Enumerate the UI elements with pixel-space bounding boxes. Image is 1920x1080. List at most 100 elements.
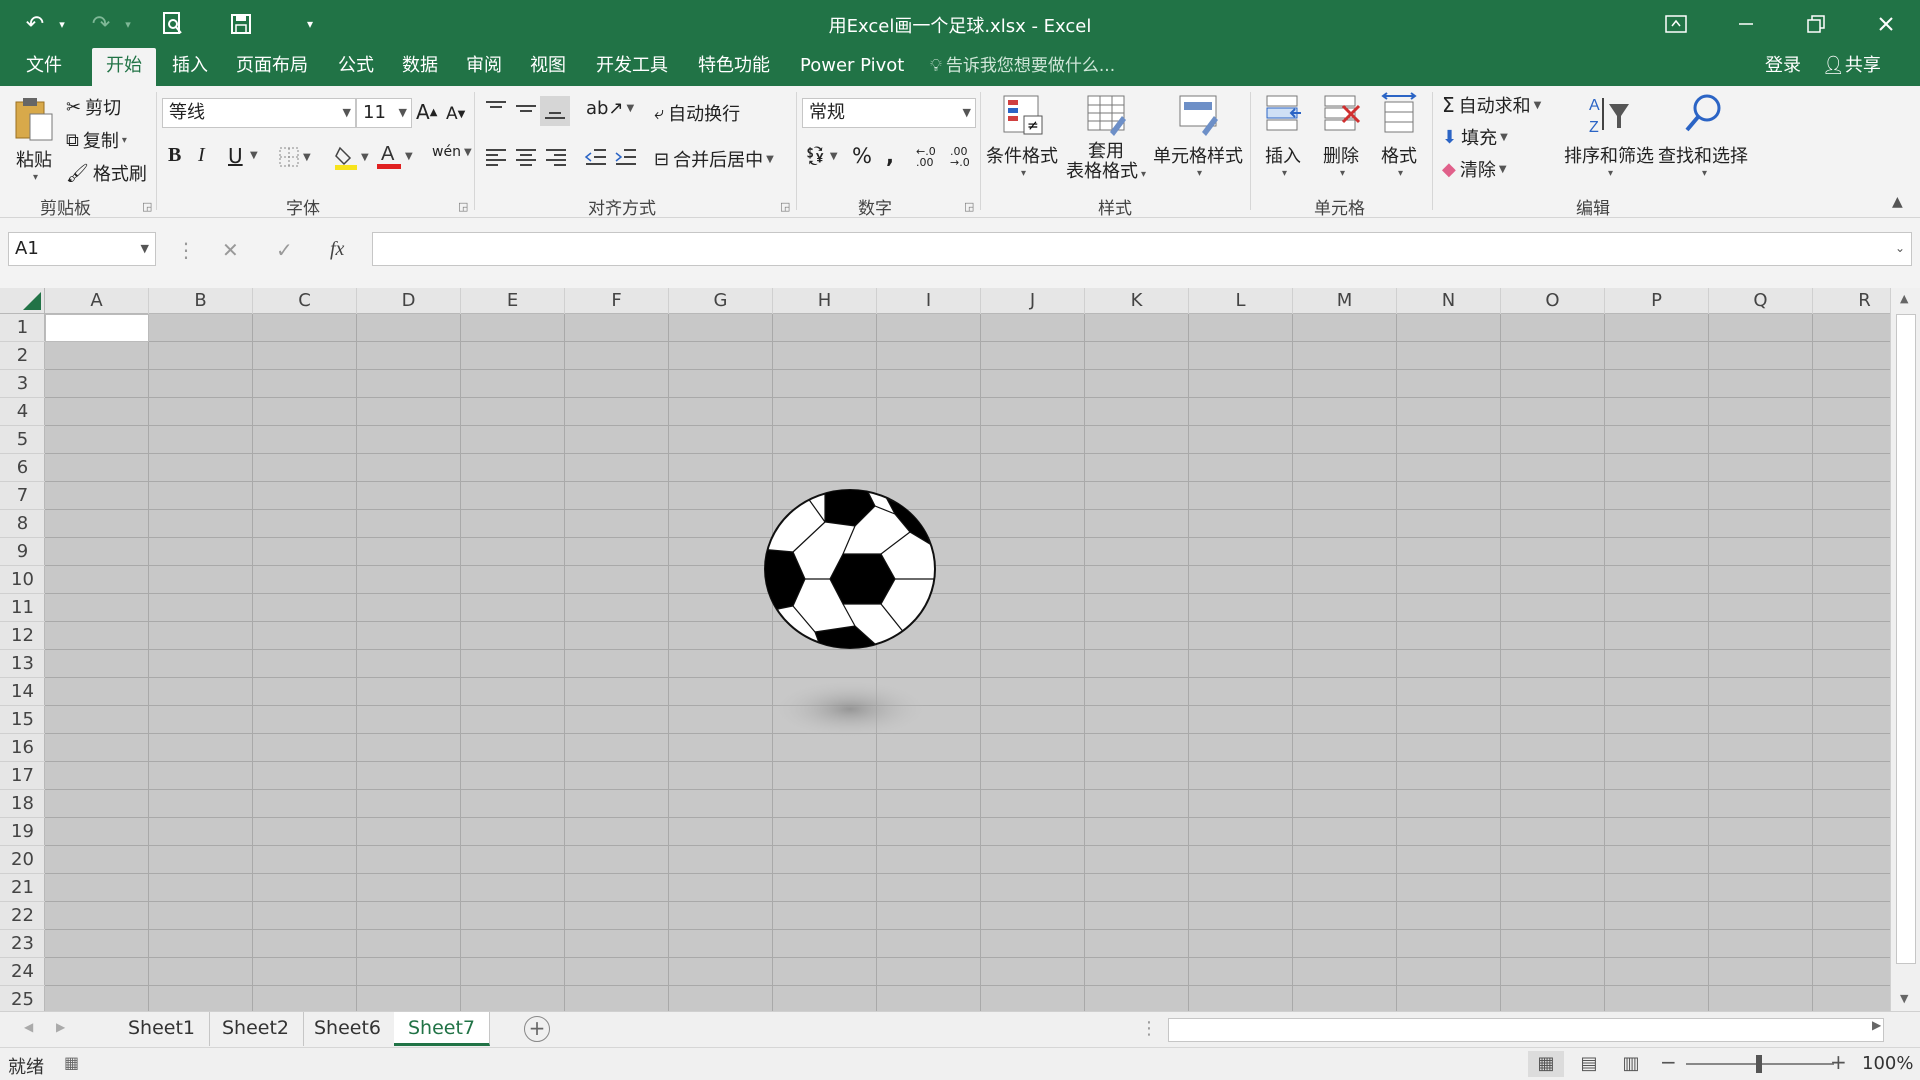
scroll-sheets-right-icon[interactable]: ▶ <box>56 1020 65 1034</box>
conditional-formatting-button[interactable]: ≠ 条件格式 ▾ <box>984 92 1060 179</box>
font-launcher-icon[interactable]: ◲ <box>458 200 468 213</box>
column-header[interactable]: D <box>357 288 461 314</box>
increase-decimal-button[interactable]: ←.0.00 <box>916 146 936 168</box>
cancel-entry-icon[interactable]: ✕ <box>222 238 239 262</box>
tab-insert[interactable]: 插入 <box>158 48 222 86</box>
format-as-table-button[interactable]: 套用 表格格式 ▾ <box>1060 92 1152 185</box>
autosum-button[interactable]: Σ 自动求和 ▼ <box>1442 92 1541 118</box>
zoom-slider-thumb[interactable] <box>1756 1055 1762 1073</box>
copy-dropdown-icon[interactable]: ▾ <box>122 135 127 146</box>
find-select-button[interactable]: 查找和选择 ▾ <box>1656 92 1750 179</box>
tab-review[interactable]: 审阅 <box>452 48 516 86</box>
column-header[interactable]: B <box>149 288 253 314</box>
font-size-combo[interactable]: 11 ▼ <box>356 98 412 128</box>
scroll-right-icon[interactable]: ▶ <box>1872 1018 1881 1032</box>
cut-button[interactable]: ✂ 剪切 <box>66 94 121 120</box>
row-header[interactable]: 16 <box>0 734 45 762</box>
row-header[interactable]: 17 <box>0 762 45 790</box>
align-left-button[interactable] <box>484 146 508 168</box>
tab-view[interactable]: 视图 <box>516 48 580 86</box>
row-header[interactable]: 2 <box>0 342 45 370</box>
new-sheet-button[interactable]: + <box>524 1016 550 1042</box>
zoom-slider[interactable] <box>1686 1055 1834 1073</box>
orientation-button[interactable]: ab↗ ▼ <box>586 98 634 119</box>
row-header[interactable]: 13 <box>0 650 45 678</box>
row-header[interactable]: 23 <box>0 930 45 958</box>
row-header[interactable]: 19 <box>0 818 45 846</box>
row-header[interactable]: 6 <box>0 454 45 482</box>
bold-button[interactable]: B <box>168 144 181 167</box>
cells-area[interactable] <box>45 314 1890 1011</box>
vertical-scroll-thumb[interactable] <box>1896 314 1916 964</box>
row-header[interactable]: 7 <box>0 482 45 510</box>
scroll-up-icon[interactable]: ▲ <box>1900 292 1908 305</box>
copy-button[interactable]: ⧉ 复制 ▾ <box>66 127 127 153</box>
column-header[interactable]: E <box>461 288 565 314</box>
tab-data[interactable]: 数据 <box>388 48 452 86</box>
share-button[interactable]: 👤︎共享 <box>1822 48 1881 84</box>
wrap-text-button[interactable]: ⤶ 自动换行 <box>654 100 740 126</box>
fill-color-button[interactable]: ▼ <box>334 144 369 170</box>
sheet-tab-sheet2[interactable]: Sheet2 <box>208 1012 305 1046</box>
tab-formulas[interactable]: 公式 <box>324 48 388 86</box>
row-header[interactable]: 24 <box>0 958 45 986</box>
row-header[interactable]: 11 <box>0 594 45 622</box>
comma-style-button[interactable]: , <box>886 144 894 168</box>
tab-split-handle[interactable]: ⋮ <box>1140 1018 1158 1039</box>
tab-page-layout[interactable]: 页面布局 <box>222 48 322 86</box>
format-painter-button[interactable]: 🖌︎ 格式刷 <box>66 160 147 186</box>
collapse-ribbon-icon[interactable]: ▲ <box>1892 194 1903 210</box>
column-header[interactable]: L <box>1189 288 1293 314</box>
phonetic-button[interactable]: wén ▼ <box>432 144 472 160</box>
tell-me-box[interactable]: 💡︎ 告诉我您想要做什么... <box>930 48 1115 86</box>
name-box[interactable]: A1 ▼ <box>8 232 156 266</box>
expand-formula-bar-icon[interactable]: ⌄ <box>1895 241 1905 255</box>
soccer-ball-drawing[interactable] <box>715 484 975 754</box>
page-break-view-icon[interactable]: ▥ <box>1616 1051 1646 1077</box>
zoom-in-icon[interactable]: + <box>1830 1050 1847 1074</box>
align-top-button[interactable] <box>484 98 508 120</box>
row-header[interactable]: 3 <box>0 370 45 398</box>
row-header[interactable]: 20 <box>0 846 45 874</box>
column-header[interactable]: I <box>877 288 981 314</box>
number-launcher-icon[interactable]: ◲ <box>964 200 974 213</box>
insert-cells-button[interactable]: 插入 ▾ <box>1258 92 1308 179</box>
percent-style-button[interactable]: % <box>852 144 872 168</box>
row-header[interactable]: 15 <box>0 706 45 734</box>
minimize-icon[interactable] <box>1712 0 1780 48</box>
column-header[interactable]: C <box>253 288 357 314</box>
cell-styles-button[interactable]: 单元格样式 ▾ <box>1150 92 1246 179</box>
font-color-button[interactable]: A ▼ <box>376 142 413 170</box>
scroll-sheets-left-icon[interactable]: ◀ <box>24 1020 33 1034</box>
increase-font-size-button[interactable]: A ▲ <box>416 100 437 124</box>
clear-button[interactable]: ◆ 清除 ▼ <box>1442 156 1507 182</box>
page-layout-view-icon[interactable]: ▤ <box>1574 1051 1604 1077</box>
paste-button[interactable]: 粘贴 ▾ <box>8 96 60 183</box>
row-header[interactable]: 12 <box>0 622 45 650</box>
normal-view-icon[interactable]: ▦ <box>1528 1051 1564 1077</box>
accounting-format-button[interactable]: 💱︎ ▼ <box>804 146 838 167</box>
alignment-launcher-icon[interactable]: ◲ <box>780 200 790 213</box>
sheet-tab-sheet1[interactable]: Sheet1 <box>114 1012 211 1046</box>
column-header[interactable]: M <box>1293 288 1397 314</box>
row-header[interactable]: 22 <box>0 902 45 930</box>
close-icon[interactable] <box>1852 0 1920 48</box>
row-header[interactable]: 14 <box>0 678 45 706</box>
tab-home[interactable]: 开始 <box>92 48 156 86</box>
row-header[interactable]: 21 <box>0 874 45 902</box>
column-header[interactable]: H <box>773 288 877 314</box>
underline-dropdown-icon[interactable]: ▼ <box>250 150 258 161</box>
font-name-combo[interactable]: 等线 ▼ <box>162 98 356 128</box>
zoom-out-icon[interactable]: − <box>1660 1050 1677 1074</box>
decrease-indent-button[interactable] <box>584 146 608 168</box>
column-header[interactable]: A <box>45 288 149 314</box>
row-header[interactable]: 5 <box>0 426 45 454</box>
tab-file[interactable]: 文件 <box>12 48 76 86</box>
align-bottom-button[interactable] <box>540 96 570 126</box>
underline-button[interactable]: U <box>228 144 243 168</box>
sheet-tab-sheet6[interactable]: Sheet6 <box>300 1012 397 1046</box>
row-header[interactable]: 25 <box>0 986 45 1014</box>
increase-indent-button[interactable] <box>614 146 638 168</box>
delete-cells-button[interactable]: 删除 ▾ <box>1316 92 1366 179</box>
merge-center-button[interactable]: ⊟ 合并后居中 ▼ <box>654 146 774 172</box>
